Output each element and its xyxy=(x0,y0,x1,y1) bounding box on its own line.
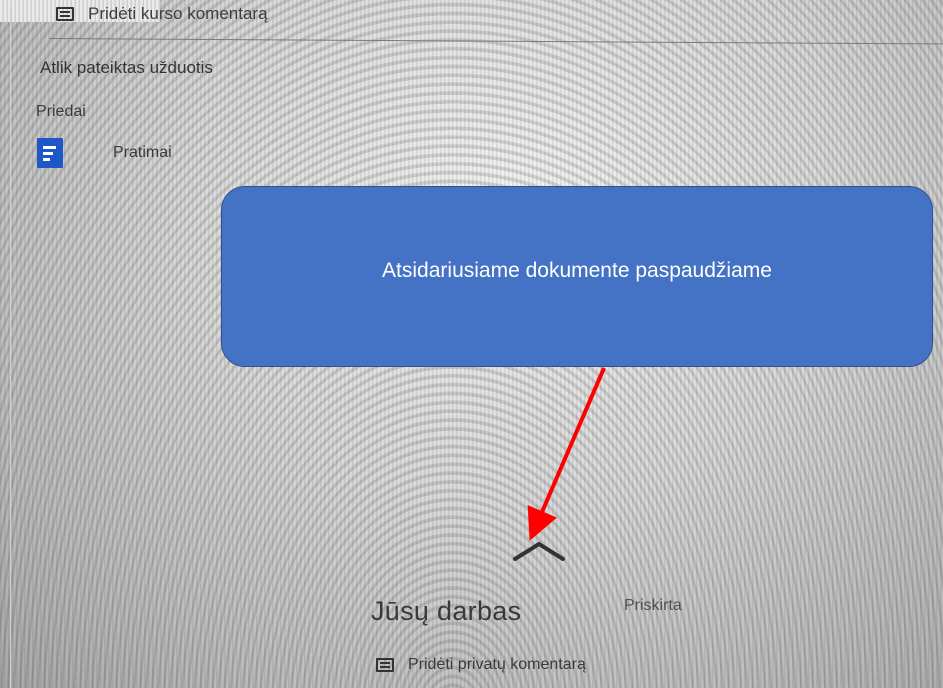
expand-chevron-up-icon[interactable] xyxy=(513,540,565,562)
private-comment-label: Pridėti privatų komentarą xyxy=(408,656,586,673)
your-work-title: Jūsų darbas xyxy=(371,596,522,626)
comment-icon xyxy=(376,658,394,672)
assignment-status: Priskirta xyxy=(624,597,682,614)
red-arrow-icon xyxy=(527,367,606,541)
private-comment-button[interactable]: Pridėti privatų komentarą xyxy=(376,656,586,674)
